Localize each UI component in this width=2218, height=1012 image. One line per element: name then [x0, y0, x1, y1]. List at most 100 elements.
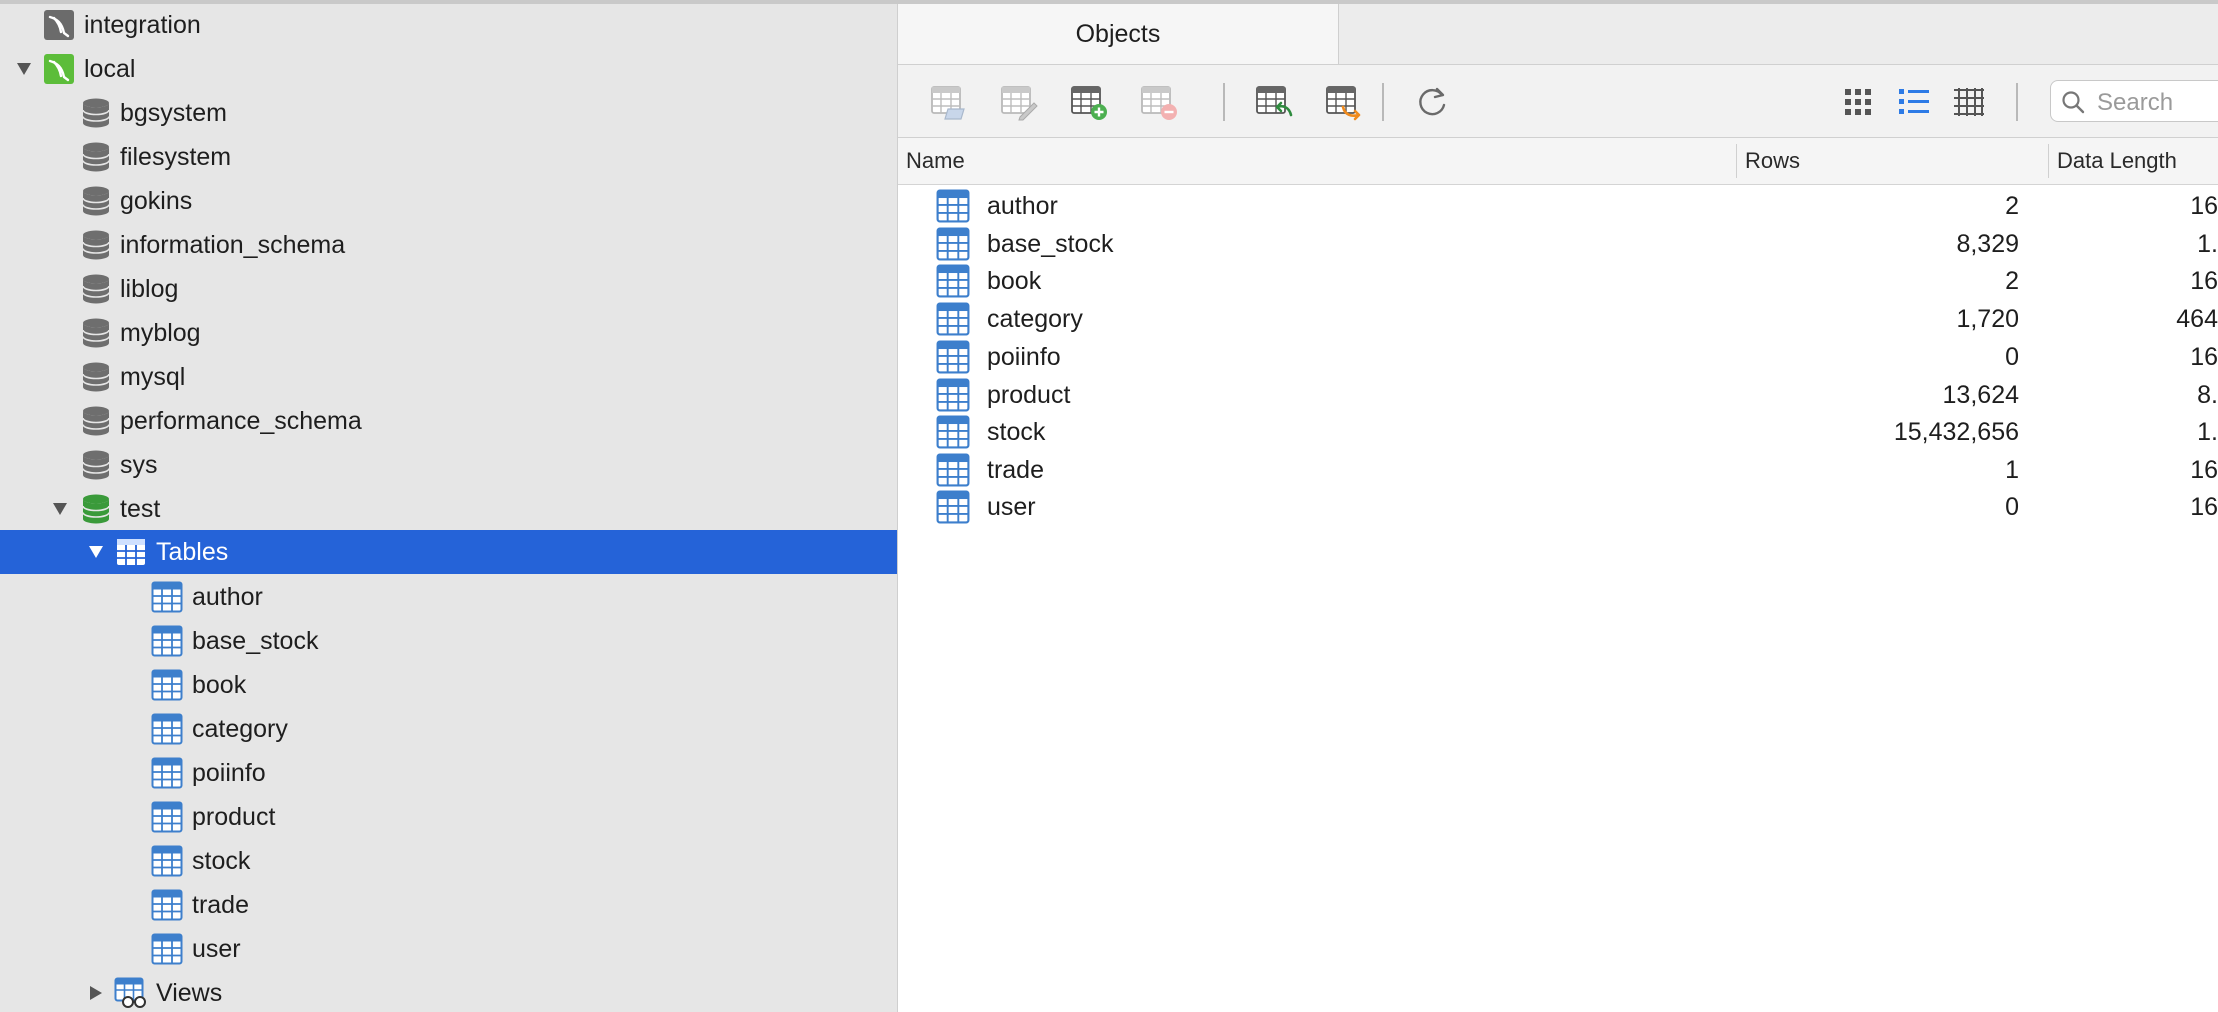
objects-table-header: Name Rows Data Length — [898, 138, 2218, 185]
cell-name: stock — [987, 418, 1046, 446]
import-wizard-button[interactable] — [1253, 81, 1295, 123]
table-row[interactable]: author 2 16 — [898, 187, 2218, 225]
sidebar-table-poiinfo[interactable]: poiinfo — [0, 751, 897, 795]
cell-data-length: 16 — [2190, 267, 2218, 295]
database-item-sys[interactable]: sys — [0, 443, 897, 487]
table-row[interactable]: book 2 16 — [898, 262, 2218, 300]
cell-name: trade — [987, 456, 1044, 484]
sidebar-table-stock[interactable]: stock — [0, 839, 897, 883]
database-item-bgsystem[interactable]: bgsystem — [0, 91, 897, 135]
database-item-gokins[interactable]: gokins — [0, 179, 897, 223]
detail-view-button[interactable] — [1948, 81, 1990, 123]
cell-data-length: 16 — [2190, 343, 2218, 371]
database-gray-icon — [79, 316, 113, 350]
window-top-border — [0, 0, 2218, 4]
tables-node[interactable]: Tables — [0, 530, 897, 574]
objects-toolbar: Search — [898, 65, 2218, 138]
sidebar-table-author[interactable]: author — [0, 575, 897, 619]
delete-table-button[interactable] — [1138, 81, 1180, 123]
table-icon — [936, 302, 970, 336]
table-icon — [936, 415, 970, 449]
sidebar-table-label: book — [192, 670, 247, 699]
refresh-button[interactable] — [1411, 81, 1453, 123]
table-row[interactable]: product 13,624 8. — [898, 376, 2218, 414]
database-label: test — [120, 494, 161, 523]
table-icon — [150, 712, 184, 746]
table-icon — [150, 756, 184, 790]
database-item-filesystem[interactable]: filesystem — [0, 135, 897, 179]
export-wizard-button[interactable] — [1323, 81, 1365, 123]
database-label: liblog — [120, 274, 179, 303]
objects-pane: Objects Search Name Rows Data Length aut… — [898, 0, 2218, 1012]
database-gray-icon — [79, 228, 113, 262]
cell-name: product — [987, 381, 1071, 409]
column-header-data-length[interactable]: Data Length — [2057, 138, 2177, 184]
database-item-myblog[interactable]: myblog — [0, 311, 897, 355]
database-item-test[interactable]: test — [0, 487, 897, 531]
column-header-name[interactable]: Name — [906, 138, 965, 184]
database-item-information-schema[interactable]: information_schema — [0, 223, 897, 267]
database-item-mysql[interactable]: mysql — [0, 355, 897, 399]
search-field[interactable]: Search — [2050, 80, 2218, 122]
sidebar-table-user[interactable]: user — [0, 927, 897, 971]
cell-name: poiinfo — [987, 343, 1061, 371]
design-table-button[interactable] — [998, 81, 1040, 123]
disclosure-open-icon[interactable] — [87, 543, 105, 561]
table-row[interactable]: category 1,720 464 — [898, 300, 2218, 338]
column-divider[interactable] — [2048, 144, 2049, 178]
search-placeholder: Search — [2097, 89, 2174, 116]
tab-objects-label: Objects — [1075, 19, 1161, 48]
sidebar-table-label: trade — [192, 890, 249, 919]
table-row[interactable]: stock 15,432,656 1. — [898, 413, 2218, 451]
table-icon — [150, 580, 184, 614]
table-icon — [936, 378, 970, 412]
database-gray-icon — [79, 360, 113, 394]
sidebar-table-label: stock — [192, 846, 251, 875]
disclosure-closed-icon[interactable] — [87, 984, 105, 1002]
table-row[interactable]: trade 1 16 — [898, 451, 2218, 489]
tab-objects[interactable]: Objects — [898, 4, 1339, 64]
table-icon — [936, 264, 970, 298]
sidebar-table-trade[interactable]: trade — [0, 883, 897, 927]
cell-data-length: 16 — [2190, 456, 2218, 484]
sidebar-table-product[interactable]: product — [0, 795, 897, 839]
database-item-performance-schema[interactable]: performance_schema — [0, 399, 897, 443]
table-icon — [150, 888, 184, 922]
cell-name: base_stock — [987, 230, 1114, 258]
column-header-rows[interactable]: Rows — [1745, 138, 1800, 184]
cell-rows: 0 — [2005, 493, 2019, 521]
cell-rows: 15,432,656 — [1893, 418, 2019, 446]
sidebar-table-book[interactable]: book — [0, 663, 897, 707]
disclosure-open-icon[interactable] — [15, 60, 33, 78]
database-label: sys — [120, 450, 158, 479]
table-icon — [150, 932, 184, 966]
sidebar-table-label: base_stock — [192, 626, 319, 655]
cell-rows: 1 — [2005, 456, 2019, 484]
open-table-button[interactable] — [928, 81, 970, 123]
connection-integration[interactable]: integration — [0, 3, 897, 47]
toolbar-separator — [1382, 83, 1384, 121]
table-icon — [150, 800, 184, 834]
database-item-liblog[interactable]: liblog — [0, 267, 897, 311]
icon-view-button[interactable] — [1837, 81, 1879, 123]
table-row[interactable]: user 0 16 — [898, 488, 2218, 526]
database-label: information_schema — [120, 230, 346, 259]
sidebar-table-category[interactable]: category — [0, 707, 897, 751]
table-row[interactable]: base_stock 8,329 1. — [898, 225, 2218, 263]
connection-local[interactable]: local — [0, 47, 897, 91]
cell-rows: 0 — [2005, 343, 2019, 371]
views-node[interactable]: Views — [0, 971, 897, 1012]
column-divider[interactable] — [1736, 144, 1737, 178]
table-icon — [936, 490, 970, 524]
connection-label: integration — [84, 10, 201, 39]
table-icon — [150, 624, 184, 658]
disclosure-open-icon[interactable] — [51, 500, 69, 518]
table-row[interactable]: poiinfo 0 16 — [898, 338, 2218, 376]
cell-name: user — [987, 493, 1036, 521]
views-node-label: Views — [156, 978, 223, 1007]
toolbar-separator — [2016, 83, 2018, 121]
list-view-button[interactable] — [1893, 81, 1935, 123]
sidebar-table-base-stock[interactable]: base_stock — [0, 619, 897, 663]
database-label: bgsystem — [120, 98, 227, 127]
new-table-button[interactable] — [1068, 81, 1110, 123]
